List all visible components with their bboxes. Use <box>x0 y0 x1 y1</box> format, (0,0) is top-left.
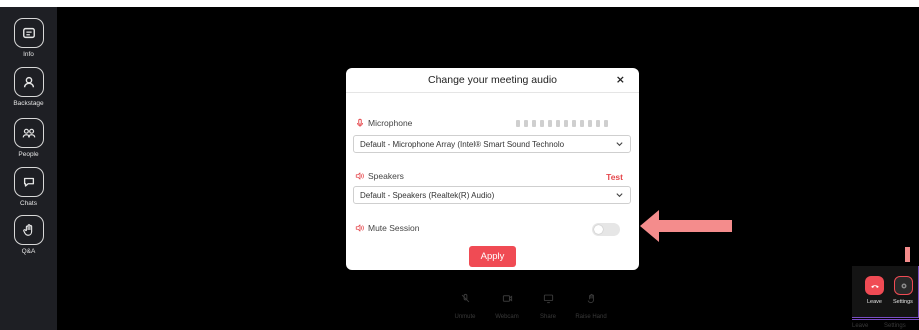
popup-settings-label: Settings <box>893 299 913 305</box>
left-sidebar: Info Backstage People Chats Q&A <box>0 7 57 330</box>
popup-accent-strip <box>852 319 919 320</box>
sidebar-label-info: Info <box>23 51 34 58</box>
background-leave-settings-labels: Leave Settings <box>852 323 906 329</box>
speaker-icon <box>355 172 364 180</box>
microphone-label-row: Microphone <box>355 118 412 128</box>
settings-gear-icon <box>901 283 906 288</box>
microphone-select[interactable]: Default - Microphone Array (Intel® Smart… <box>353 135 631 153</box>
raise-hand-icon <box>13 215 44 245</box>
camera-icon <box>496 287 518 309</box>
speaker-icon <box>355 224 364 232</box>
toggle-knob <box>594 225 603 234</box>
test-speakers-button[interactable]: Test <box>606 172 623 182</box>
left-arrow-annotation <box>640 210 732 242</box>
sidebar-item-people[interactable]: People <box>0 118 57 158</box>
mute-session-toggle[interactable] <box>592 223 620 236</box>
share-label: Share <box>539 314 556 320</box>
dialog-header: Change your meeting audio × <box>346 68 639 93</box>
apply-button[interactable]: Apply <box>469 246 516 267</box>
microphone-label: Microphone <box>368 118 413 128</box>
popup-settings-button[interactable] <box>894 276 913 295</box>
meeting-window: Info Backstage People Chats Q&A Unmute W… <box>0 7 919 330</box>
speakers-select-value: Default - Speakers (Realtek(R) Audio) <box>360 191 495 200</box>
sidebar-label-backstage: Backstage <box>13 100 44 107</box>
chevron-down-icon <box>615 190 624 199</box>
person-icon <box>13 67 44 97</box>
sidebar-item-backstage[interactable]: Backstage <box>0 67 57 107</box>
raise-hand-label: Raise Hand <box>575 314 607 320</box>
share-button[interactable]: Share <box>528 287 568 320</box>
microphone-select-value: Default - Microphone Array (Intel® Smart… <box>360 140 565 149</box>
audio-settings-dialog: Change your meeting audio × Microphone D… <box>346 68 639 270</box>
bottom-toolbar: Unmute Webcam Share Raise Hand <box>445 287 615 327</box>
mute-session-row: Mute Session <box>355 223 420 233</box>
sidebar-item-qa[interactable]: Q&A <box>0 215 57 255</box>
popup-leave-label: Leave <box>867 299 882 305</box>
speakers-label-row: Speakers <box>355 171 404 181</box>
background-leave-label: Leave <box>852 323 869 329</box>
people-icon <box>13 118 44 148</box>
info-card-icon <box>13 18 44 48</box>
raise-hand-button[interactable]: Raise Hand <box>571 287 611 320</box>
mic-off-icon <box>454 287 476 309</box>
background-settings-label: Settings <box>884 323 906 329</box>
screen-share-icon <box>537 287 559 309</box>
microphone-icon <box>357 118 363 127</box>
raise-hand-icon <box>580 287 602 309</box>
sidebar-label-qa: Q&A <box>21 248 36 255</box>
pointer-marker <box>905 247 910 262</box>
mute-session-label: Mute Session <box>368 223 420 233</box>
unmute-button[interactable]: Unmute <box>445 287 485 320</box>
speakers-select[interactable]: Default - Speakers (Realtek(R) Audio) <box>353 186 631 204</box>
webcam-label: Webcam <box>495 314 519 320</box>
sidebar-item-info[interactable]: Info <box>0 18 57 58</box>
sidebar-item-chats[interactable]: Chats <box>0 167 57 207</box>
microphone-level-meter <box>516 120 608 127</box>
sidebar-label-people: People <box>18 151 39 158</box>
popup-leave-button[interactable] <box>865 276 884 295</box>
speakers-label: Speakers <box>368 171 404 181</box>
leave-phone-icon <box>870 284 879 288</box>
chevron-down-icon <box>615 139 624 148</box>
close-button[interactable]: × <box>616 73 625 86</box>
dialog-title: Change your meeting audio <box>427 74 557 86</box>
webcam-button[interactable]: Webcam <box>487 287 527 320</box>
chat-icon <box>13 167 44 197</box>
leave-settings-popup: Leave Settings <box>852 266 919 318</box>
unmute-label: Unmute <box>454 314 476 320</box>
sidebar-label-chats: Chats <box>20 200 37 207</box>
